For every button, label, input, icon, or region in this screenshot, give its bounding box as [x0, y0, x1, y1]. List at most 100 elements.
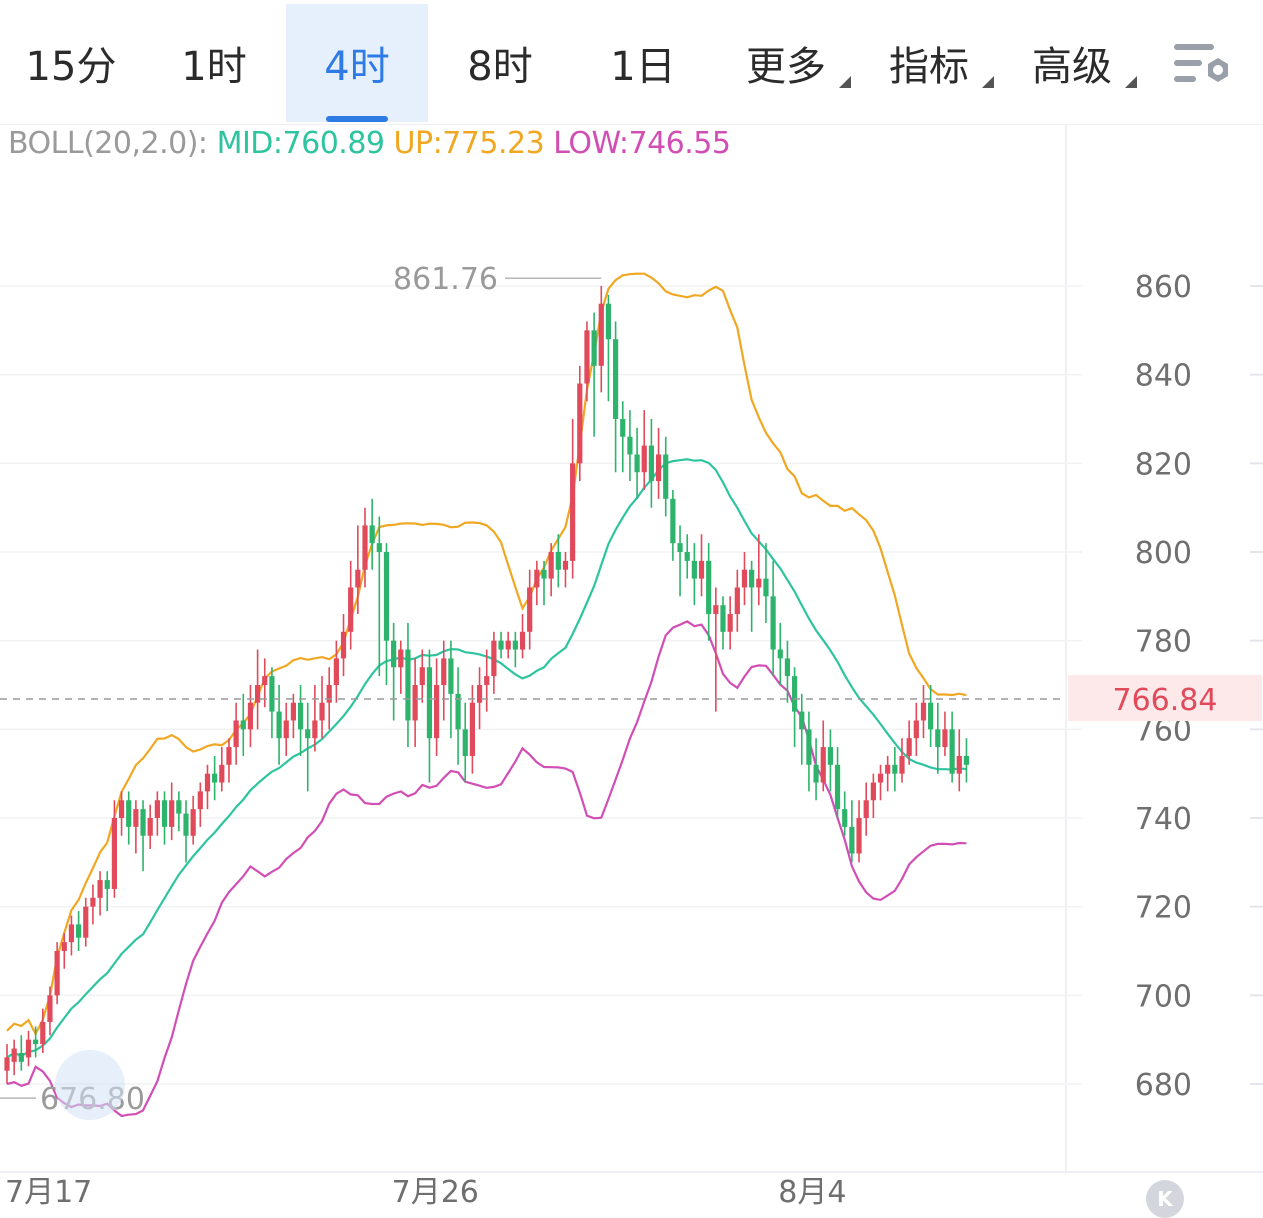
candle-body	[834, 764, 841, 810]
candle-body	[312, 720, 318, 739]
candle-body	[90, 897, 96, 907]
tab-指标[interactable]: 指标	[858, 4, 1000, 122]
y-tick-label: 860	[1135, 270, 1192, 305]
dropdown-caret-icon	[1125, 76, 1137, 88]
candle-body	[677, 543, 683, 552]
candle-body	[713, 605, 719, 615]
candle-body	[956, 755, 962, 774]
candle-body	[634, 454, 640, 473]
candle-body	[204, 773, 211, 792]
candle-body	[111, 818, 117, 889]
candle-body	[613, 339, 619, 419]
last-price-label: 766.84	[1113, 683, 1218, 718]
candle-body	[219, 764, 225, 783]
candle-body	[763, 578, 769, 597]
candle-body	[133, 809, 139, 827]
candle-body	[519, 631, 526, 650]
candle-body	[885, 764, 891, 774]
candle-body	[856, 818, 862, 854]
candle-body	[913, 720, 919, 739]
candle-body	[928, 702, 934, 730]
candle-body	[770, 596, 776, 650]
candle-body	[820, 747, 826, 783]
candle-body	[398, 649, 404, 668]
candle-body	[434, 685, 440, 739]
candle-body	[684, 552, 690, 561]
candle-body	[706, 560, 712, 615]
candle-body	[584, 330, 590, 384]
candle-body	[118, 800, 125, 818]
chart-settings-icon[interactable]	[1172, 38, 1236, 94]
candle-body	[362, 525, 368, 570]
candle-body	[190, 809, 196, 836]
candle-body	[863, 800, 869, 818]
candle-body	[462, 729, 468, 756]
y-tick-label: 800	[1135, 536, 1192, 571]
tab-4时[interactable]: 4时	[286, 4, 428, 122]
candle-body	[806, 729, 812, 765]
timeframe-tab-bar: 15分 1时 4时 8时 1日 更多 指标 高级	[0, 0, 1263, 125]
candle-body	[47, 995, 53, 1022]
candle-body	[949, 729, 955, 774]
tab-1时[interactable]: 1时	[143, 4, 285, 122]
tab-15分[interactable]: 15分	[0, 4, 142, 122]
candle-body	[276, 711, 282, 739]
y-tick-label: 680	[1135, 1068, 1192, 1103]
tab-高级[interactable]: 高级	[1001, 4, 1143, 122]
candle-body	[505, 640, 511, 650]
candle-body	[792, 676, 798, 712]
candle-body	[720, 605, 726, 632]
candle-body	[548, 552, 554, 579]
candle-body	[183, 813, 189, 836]
candle-body	[448, 658, 454, 694]
candle-body	[405, 649, 411, 721]
candle-body	[734, 587, 740, 615]
candle-body	[591, 330, 597, 366]
x-tick-label: 8月4	[778, 1175, 846, 1210]
candle-body	[240, 720, 246, 730]
candle-body	[562, 560, 569, 570]
y-tick-label: 720	[1135, 891, 1192, 926]
candle-body	[426, 667, 433, 739]
tab-label: 高级	[1032, 44, 1112, 90]
x-tick-label: 7月17	[5, 1175, 92, 1210]
tab-label: 指标	[889, 44, 969, 90]
candle-body	[25, 1039, 32, 1058]
y-tick-label: 740	[1135, 802, 1192, 837]
candle-body	[126, 800, 132, 827]
tab-更多[interactable]: 更多	[715, 4, 857, 122]
candle-body	[376, 543, 382, 552]
candle-body	[412, 685, 418, 721]
tab-1日[interactable]: 1日	[572, 4, 714, 122]
y-tick-label: 700	[1135, 979, 1192, 1014]
candle-body	[534, 569, 540, 588]
candle-body	[18, 1052, 24, 1062]
candle-body	[319, 702, 325, 721]
x-tick-label: 7月26	[392, 1175, 479, 1210]
candle-body	[842, 809, 848, 827]
y-tick-label: 780	[1135, 625, 1192, 660]
candle-body	[305, 729, 311, 739]
candle-body	[555, 552, 561, 570]
candle-body	[233, 720, 239, 748]
candle-body	[97, 880, 103, 898]
candle-body	[54, 951, 60, 996]
candle-body	[813, 764, 819, 783]
candle-body	[877, 773, 884, 783]
candlestick-chart[interactable]: 8608408208007807607407207006807月17 7月26 8月…	[0, 124, 1263, 1210]
candle-body	[269, 676, 275, 712]
candle-body	[741, 569, 748, 588]
candle-body	[777, 649, 783, 659]
candle-body	[169, 800, 175, 827]
candle-body	[498, 640, 504, 650]
candle-body	[283, 720, 289, 739]
candle-body	[262, 676, 268, 685]
zoom-reset-button[interactable]	[55, 1050, 125, 1120]
candle-body	[963, 755, 970, 765]
high-marker-label: 861.76	[393, 262, 498, 297]
candle-body	[906, 738, 912, 756]
candle-body	[247, 702, 254, 730]
candle-body	[670, 498, 676, 544]
candle-body	[11, 1048, 17, 1062]
tab-8时[interactable]: 8时	[429, 4, 571, 122]
